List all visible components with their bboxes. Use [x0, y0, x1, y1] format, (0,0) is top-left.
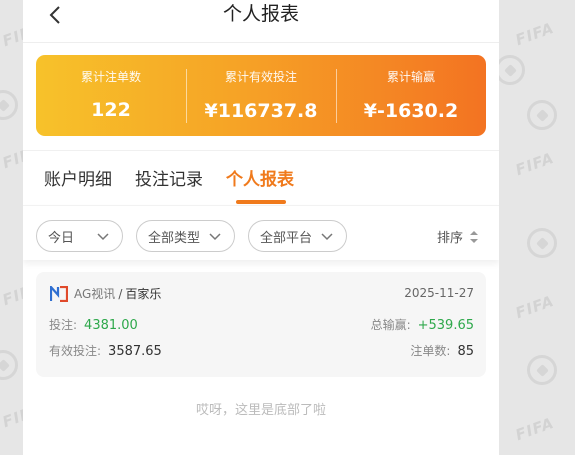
- summary-value: ¥-1630.2: [363, 99, 459, 122]
- page-title: 个人报表: [222, 3, 299, 25]
- soccer-ball-icon: [527, 100, 557, 130]
- soccer-ball-icon: [527, 228, 557, 258]
- chevron-down-icon: [321, 233, 333, 241]
- count-label: 注单数:: [410, 344, 451, 358]
- top-bar: 个人报表: [23, 0, 499, 43]
- summary-value: 122: [91, 99, 131, 121]
- active-tab-indicator: [236, 200, 286, 204]
- valid-bet-value: 3587.65: [108, 344, 162, 359]
- record-date: 2025-11-27: [404, 286, 474, 300]
- soccer-ball-icon: [527, 355, 557, 385]
- fifa-watermark: FIFA: [513, 413, 557, 445]
- report-record-card[interactable]: AG视讯 / 百家乐 2025-11-27 投注: 4381.00 总输赢: +53…: [36, 272, 486, 377]
- fifa-watermark: FIFA: [513, 18, 557, 50]
- chevron-down-icon: [209, 233, 221, 241]
- fifa-watermark: FIFA: [513, 291, 557, 323]
- end-of-list-text: 哎呀，这里是底部了啦: [195, 403, 326, 418]
- platform-filter-dropdown[interactable]: 全部平台: [248, 220, 347, 252]
- win-loss-label: 总输赢:: [370, 318, 411, 332]
- sort-button[interactable]: 排序: [437, 227, 479, 246]
- bet-value: 4381.00: [84, 318, 138, 333]
- summary-label: 累计注单数: [80, 70, 141, 84]
- game-name: 百家乐: [125, 287, 162, 301]
- platform-filter-value: 全部平台: [260, 230, 313, 246]
- win-loss-value: +539.65: [417, 318, 474, 333]
- platform-separator: /: [118, 286, 123, 301]
- fifa-watermark: FIFA: [513, 148, 557, 180]
- bet-amount-row: 投注: 4381.00: [49, 316, 138, 333]
- win-loss-row: 总输赢: +539.65: [371, 316, 474, 333]
- filter-bar: 今日 全部类型 全部平台 排序: [23, 205, 499, 260]
- summary-win-loss: 累计输赢 ¥-1630.2: [336, 68, 486, 123]
- tab-bar: 账户明细 投注记录 个人报表: [23, 150, 499, 205]
- bet-label: 投注:: [49, 318, 78, 332]
- valid-bet-row: 有效投注: 3587.65: [49, 342, 162, 359]
- ag-logo-icon: [50, 285, 68, 302]
- chevron-down-icon: [97, 233, 109, 241]
- tab-bet-records[interactable]: 投注记录: [135, 165, 203, 190]
- summary-value: ¥116737.8: [204, 99, 318, 122]
- platform-info: AG视讯 / 百家乐: [50, 285, 161, 302]
- valid-bet-label: 有效投注:: [49, 344, 102, 358]
- tab-account-details[interactable]: 账户明细: [44, 165, 112, 190]
- platform-name: AG视讯: [74, 287, 116, 301]
- summary-label: 累计有效投注: [224, 69, 297, 84]
- sort-arrows-icon: [470, 230, 478, 243]
- summary-valid-bet: 累计有效投注 ¥116737.8: [186, 68, 336, 123]
- summary-banner: 累计注单数 122 累计有效投注 ¥116737.8 累计输赢 ¥-1630.2: [36, 55, 486, 136]
- type-filter-dropdown[interactable]: 全部类型: [136, 220, 235, 252]
- soccer-ball-icon: [0, 90, 18, 120]
- time-filter-dropdown[interactable]: 今日: [36, 220, 123, 252]
- bet-count-row: 注单数: 85: [410, 342, 474, 359]
- soccer-ball-icon: [0, 350, 18, 380]
- report-panel: 个人报表 累计注单数 122 累计有效投注 ¥116737.8 累计输赢 ¥-1…: [23, 0, 499, 455]
- type-filter-value: 全部类型: [148, 230, 201, 246]
- summary-bet-count: 累计注单数 122: [36, 69, 186, 122]
- soccer-ball-icon: [495, 55, 525, 85]
- tab-personal-report[interactable]: 个人报表: [226, 165, 294, 190]
- sort-label: 排序: [436, 231, 463, 246]
- summary-label: 累计输赢: [386, 69, 435, 84]
- count-value: 85: [457, 344, 474, 359]
- time-filter-value: 今日: [48, 230, 75, 246]
